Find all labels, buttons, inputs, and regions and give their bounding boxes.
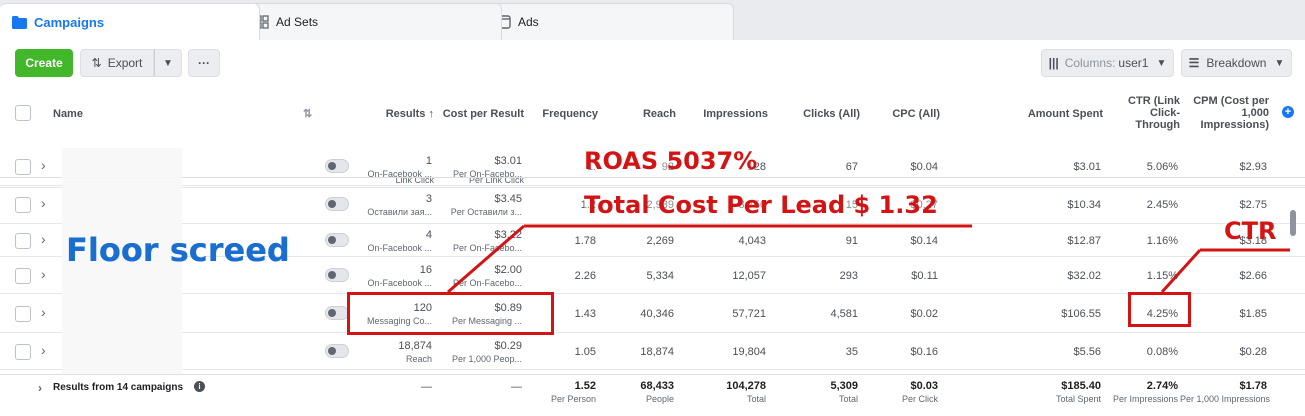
results-pointer-line bbox=[447, 224, 525, 294]
annotation-lines bbox=[447, 224, 1290, 294]
ctr-pointer-line bbox=[1160, 248, 1202, 294]
tab-campaigns[interactable]: Campaigns bbox=[0, 3, 260, 40]
tab-campaigns-label: Campaigns bbox=[34, 14, 105, 30]
folder-icon bbox=[12, 15, 27, 29]
